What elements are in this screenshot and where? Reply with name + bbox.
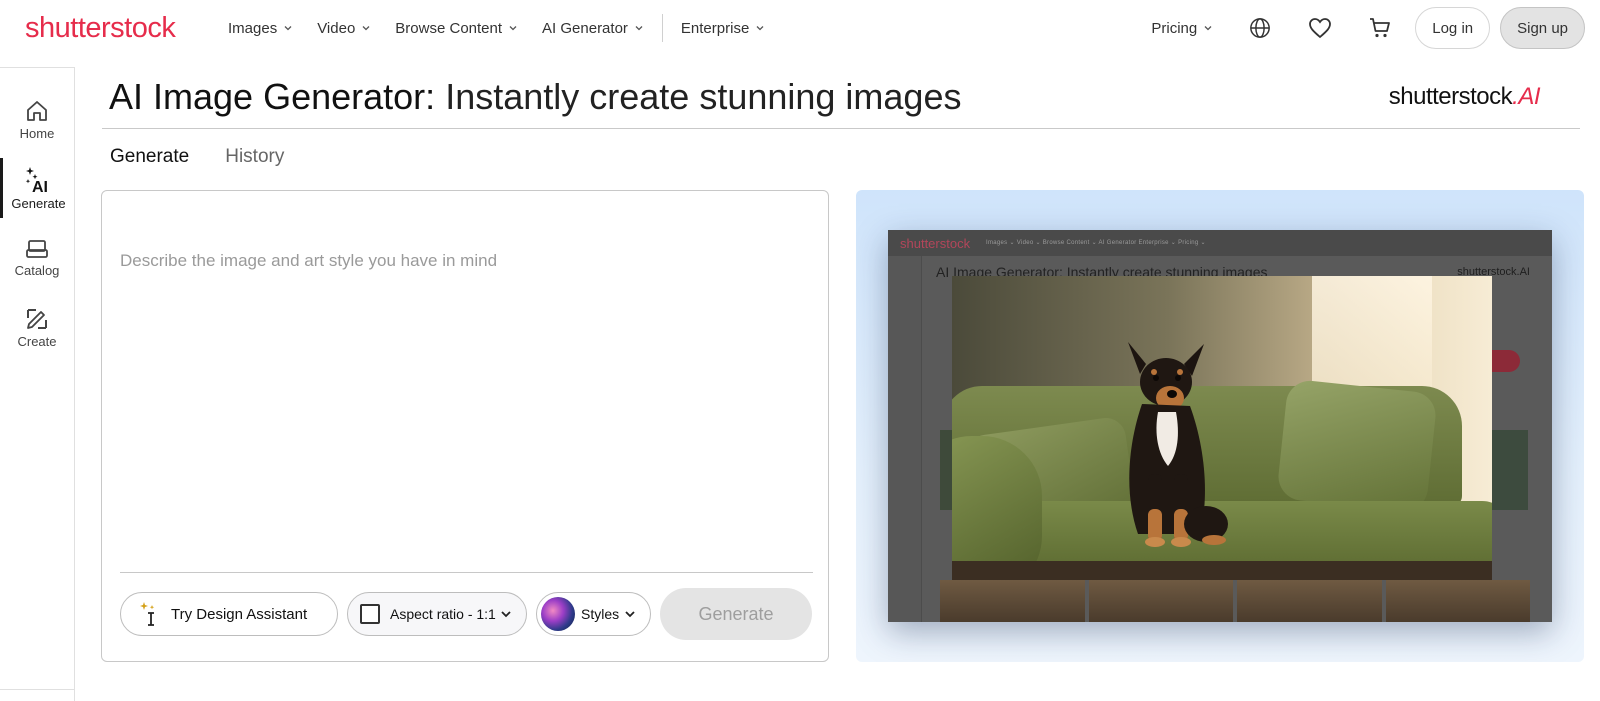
try-design-assistant-button[interactable]: Try Design Assistant	[120, 592, 338, 636]
nav-browse-content[interactable]: Browse Content	[395, 20, 518, 37]
nav-video[interactable]: Video	[317, 20, 371, 37]
mock-sidebar	[888, 256, 922, 622]
nav-enterprise[interactable]: Enterprise	[681, 20, 765, 37]
nav-images-label: Images	[228, 19, 278, 37]
chevron-down-icon	[756, 26, 764, 31]
nav-right-group: Pricing Log in Sign up	[1151, 0, 1600, 56]
sidebar-item-label: Create	[17, 334, 57, 349]
svg-text:AI: AI	[32, 179, 48, 193]
ai-sparkle-icon: AI	[25, 167, 48, 193]
mock-thumb	[1237, 580, 1382, 622]
mock-thumbnail-strip	[940, 580, 1530, 622]
page-title: AI Image Generator: Instantly create stu…	[109, 76, 961, 118]
sidebar-item-home[interactable]: Home	[0, 90, 74, 150]
nav-ai-generator-label: AI Generator	[542, 19, 628, 37]
mock-nav: Images ⌄ Video ⌄ Browse Content ⌄ AI Gen…	[986, 240, 1206, 246]
top-navigation: shutterstock Images Video Browse Content…	[0, 0, 1600, 56]
globe-icon	[1250, 18, 1271, 38]
style-thumbnail	[541, 597, 575, 631]
mock-logo: shutterstock	[900, 236, 971, 251]
tab-history[interactable]: History	[225, 146, 284, 168]
prompt-card: Try Design Assistant Aspect ratio - 1:1 …	[101, 190, 829, 662]
cart-button[interactable]	[1367, 15, 1393, 41]
sidebar-item-generate[interactable]: AI Generate	[0, 158, 74, 218]
try-design-assistant-label: Try Design Assistant	[171, 605, 308, 623]
signup-button[interactable]: Sign up	[1500, 7, 1585, 49]
nav-pricing-label: Pricing	[1151, 19, 1198, 37]
prompt-divider	[120, 572, 813, 573]
generate-button[interactable]: Generate	[660, 588, 812, 640]
preview-screenshot: shutterstock Images ⌄ Video ⌄ Browse Con…	[888, 230, 1552, 622]
sidebar-item-create[interactable]: Create	[0, 298, 74, 358]
chevron-down-icon	[362, 26, 370, 31]
nav-images[interactable]: Images	[228, 20, 293, 37]
left-sidebar: Home AI Generate Catalog Create	[0, 67, 75, 701]
mock-thumb	[940, 430, 952, 510]
home-icon	[27, 101, 47, 121]
nav-ai-generator[interactable]: AI Generator	[542, 20, 644, 37]
header-divider	[102, 128, 1580, 129]
shutterstock-logo[interactable]: shutterstock	[25, 12, 176, 45]
tab-bar: Generate History	[110, 146, 320, 168]
chevron-down-icon	[501, 611, 511, 618]
styles-label: Styles	[581, 606, 620, 622]
chevron-down-icon	[284, 26, 292, 31]
sidebar-item-label: Home	[19, 126, 55, 141]
mock-thumb	[1088, 580, 1233, 622]
heart-icon	[1309, 18, 1332, 39]
mock-thumb	[1385, 580, 1530, 622]
chevron-down-icon	[1204, 26, 1212, 31]
dog-illustration	[1128, 342, 1228, 547]
sidebar-footer	[0, 689, 74, 701]
main-nav: Images Video Browse Content AI Generator…	[228, 0, 789, 56]
nav-pricing[interactable]: Pricing	[1151, 20, 1213, 37]
page-title-subtitle: Instantly create stunning images	[445, 76, 962, 117]
preview-panel: shutterstock Images ⌄ Video ⌄ Browse Con…	[856, 190, 1584, 662]
nav-browse-content-label: Browse Content	[395, 19, 503, 37]
sidebar-item-catalog[interactable]: Catalog	[0, 228, 74, 288]
mock-thumb	[940, 580, 1085, 622]
sidebar-item-label: Catalog	[14, 263, 60, 278]
mock-thumb	[1488, 430, 1528, 510]
sparkle-cursor-icon	[140, 602, 155, 626]
cart-icon	[1370, 18, 1391, 38]
aspect-ratio-label: Aspect ratio - 1:1	[390, 606, 496, 622]
nav-divider	[661, 14, 663, 42]
prompt-input[interactable]	[120, 251, 810, 531]
language-button[interactable]	[1247, 15, 1273, 41]
nav-video-label: Video	[317, 19, 356, 37]
sidebar-item-label: Generate	[11, 196, 66, 211]
catalog-icon	[26, 240, 48, 258]
chevron-down-icon	[635, 26, 643, 31]
favorites-button[interactable]	[1307, 15, 1333, 41]
chevron-down-icon	[625, 611, 635, 618]
tab-generate[interactable]: Generate	[110, 146, 189, 168]
mock-topbar: shutterstock Images ⌄ Video ⌄ Browse Con…	[888, 230, 1552, 256]
login-button[interactable]: Log in	[1415, 7, 1491, 49]
styles-select[interactable]: Styles	[536, 592, 651, 636]
chevron-down-icon	[509, 26, 517, 31]
edit-pencil-icon	[27, 309, 47, 329]
nav-enterprise-label: Enterprise	[680, 19, 750, 37]
shutterstock-ai-logo: shutterstock.AI	[1388, 83, 1541, 110]
page-title-bold: AI Image Generator:	[109, 76, 436, 117]
square-ratio-icon	[360, 604, 380, 624]
aspect-ratio-select[interactable]: Aspect ratio - 1:1	[347, 592, 527, 636]
generated-image-dog-on-sofa	[952, 276, 1492, 580]
